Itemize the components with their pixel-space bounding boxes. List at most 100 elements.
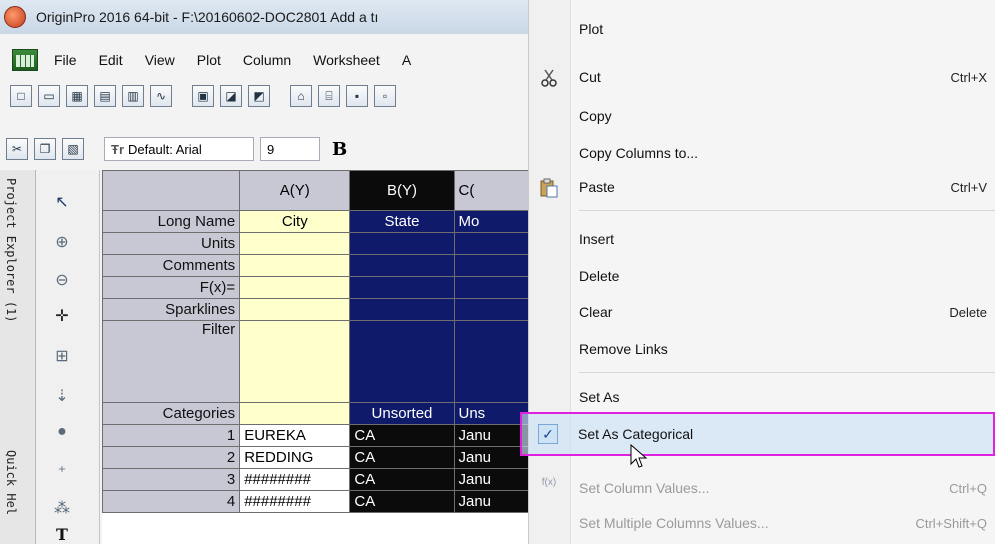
new-function-icon[interactable]: ∿ [150,85,172,107]
menu-analysis[interactable]: A [402,52,411,68]
cell-b-long-name[interactable]: State [349,210,455,233]
menu-item-remove-links[interactable]: Remove Links [579,334,995,364]
toolbar-separator [178,85,186,107]
paste-icon[interactable]: ▧ [62,138,84,160]
row-label-long-name[interactable]: Long Name [101,210,241,233]
origin-app-window: OriginPro 2016 64-bit - F:\20160602-DOC2… [0,0,540,544]
side-dock-strip: Project Explorer (1) Quick Hel [0,170,36,544]
menu-item-set-multiple-columns-values[interactable]: Set Multiple Columns Values... Ctrl+Shif… [579,508,995,538]
mask-icon[interactable]: ● [50,420,74,444]
menu-item-set-as[interactable]: Set As [579,382,995,412]
corner-cell[interactable] [101,170,241,211]
project-explorer-tab[interactable]: Project Explorer (1) [4,178,18,323]
font-dropdown[interactable]: Ŧr Default: Arial [104,137,254,161]
menu-plot[interactable]: Plot [197,52,221,68]
row-label-filter[interactable]: Filter [101,320,241,403]
open-template-icon[interactable]: ⌸ [318,85,340,107]
cell-b-fx[interactable] [349,276,455,299]
cut-icon[interactable]: ✂ [6,138,28,160]
menu-item-clear[interactable]: Clear Delete [579,297,995,327]
row-label-sparklines[interactable]: Sparklines [101,298,241,321]
row-label-comments[interactable]: Comments [101,254,241,277]
menu-item-label: Set Column Values... [579,480,710,496]
new-folder-icon[interactable]: ▭ [38,85,60,107]
row-label-categories[interactable]: Categories [101,402,241,425]
quick-help-tab[interactable]: Quick Hel [4,450,18,515]
new-excel-icon[interactable]: ◩ [248,85,270,107]
cell-a-long-name[interactable]: City [239,210,351,233]
menu-item-delete[interactable]: Delete [579,261,995,291]
new-notes-icon[interactable]: ◪ [220,85,242,107]
new-workbook-icon[interactable]: ▦ [66,85,88,107]
data-selector-icon[interactable]: ⊞ [50,344,74,368]
save-template-icon[interactable]: ▫ [374,85,396,107]
row-number[interactable]: 1 [101,424,241,447]
font-size-dropdown[interactable]: 9 [260,137,320,161]
zoom-in-icon[interactable]: ⊕ [50,230,74,254]
cell-b-units[interactable] [349,232,455,255]
cell-a-data[interactable]: REDDING [239,446,351,469]
menu-item-set-as-categorical[interactable]: Set As Categorical [520,412,995,456]
menu-view[interactable]: View [145,52,175,68]
menu-edit[interactable]: Edit [99,52,123,68]
cell-b-data[interactable]: CA [349,424,455,447]
cell-a-data[interactable]: ######## [239,490,351,513]
region-icon[interactable]: ⁂ [50,496,74,520]
open-icon[interactable]: ⌂ [290,85,312,107]
new-layout-icon[interactable]: ▣ [192,85,214,107]
cell-b-categories[interactable]: Unsorted [349,402,455,425]
new-graph-icon[interactable]: ▤ [94,85,116,107]
cell-b-data[interactable]: CA [349,468,455,491]
cell-a-units[interactable] [239,232,351,255]
menu-item-label: Remove Links [579,341,668,357]
cell-b-data[interactable]: CA [349,490,455,513]
cell-a-filter[interactable] [239,320,351,403]
menu-file[interactable]: File [54,52,77,68]
column-header-b[interactable]: B(Y) [349,170,455,211]
menu-item-cut[interactable]: Cut Ctrl+X [579,62,995,92]
menu-worksheet[interactable]: Worksheet [313,52,380,68]
cell-a-sparklines[interactable] [239,298,351,321]
menu-item-insert[interactable]: Insert [579,224,995,254]
checkmark-icon: ✓ [538,424,558,444]
bold-button[interactable]: B [332,139,347,160]
save-icon[interactable]: ▪ [346,85,368,107]
cell-b-comments[interactable] [349,254,455,277]
text-tool-icon[interactable]: T [50,522,74,544]
menu-item-copy[interactable]: Copy [579,101,995,131]
toolbar-separator [90,138,98,160]
row-label-units[interactable]: Units [101,232,241,255]
rescale-icon[interactable]: ⁺ [50,460,74,484]
row-number[interactable]: 4 [101,490,241,513]
new-matrix-icon[interactable]: ▥ [122,85,144,107]
menu-item-paste[interactable]: Paste Ctrl+V [579,172,995,202]
column-header-a[interactable]: A(Y) [239,170,351,211]
cell-b-data[interactable]: CA [349,446,455,469]
paste-icon [537,176,561,200]
set-column-values-icon: f(x) [541,476,557,488]
cell-a-data[interactable]: ######## [239,468,351,491]
menu-column[interactable]: Column [243,52,291,68]
menu-item-plot[interactable]: Plot [579,14,995,44]
cell-b-filter[interactable] [349,320,455,403]
pointer-icon[interactable]: ↖ [50,190,74,214]
zoom-out-icon[interactable]: ⊖ [50,268,74,292]
menu-item-label: Plot [579,21,604,37]
row-number[interactable]: 2 [101,446,241,469]
worksheet-window-icon[interactable] [12,49,38,71]
cell-a-fx[interactable] [239,276,351,299]
menu-item-copy-columns-to[interactable]: Copy Columns to... [579,138,995,168]
row-number[interactable]: 3 [101,468,241,491]
menu-item-set-column-values[interactable]: Set Column Values... Ctrl+Q [579,473,995,503]
scale-icon[interactable]: ⇣ [50,384,74,408]
cell-b-sparklines[interactable] [349,298,455,321]
cell-a-categories[interactable] [239,402,351,425]
new-project-icon[interactable]: □ [10,85,32,107]
screen-reader-icon[interactable]: ✛ [50,304,74,328]
menu-separator [579,210,995,211]
cell-a-comments[interactable] [239,254,351,277]
cell-a-data[interactable]: EUREKA [239,424,351,447]
standard-toolbar: □ ▭ ▦ ▤ ▥ ∿ ▣ ◪ ◩ ⌂ ⌸ ▪ ▫ [0,80,540,112]
copy-icon[interactable]: ❐ [34,138,56,160]
row-label-fx[interactable]: F(x)= [101,276,241,299]
